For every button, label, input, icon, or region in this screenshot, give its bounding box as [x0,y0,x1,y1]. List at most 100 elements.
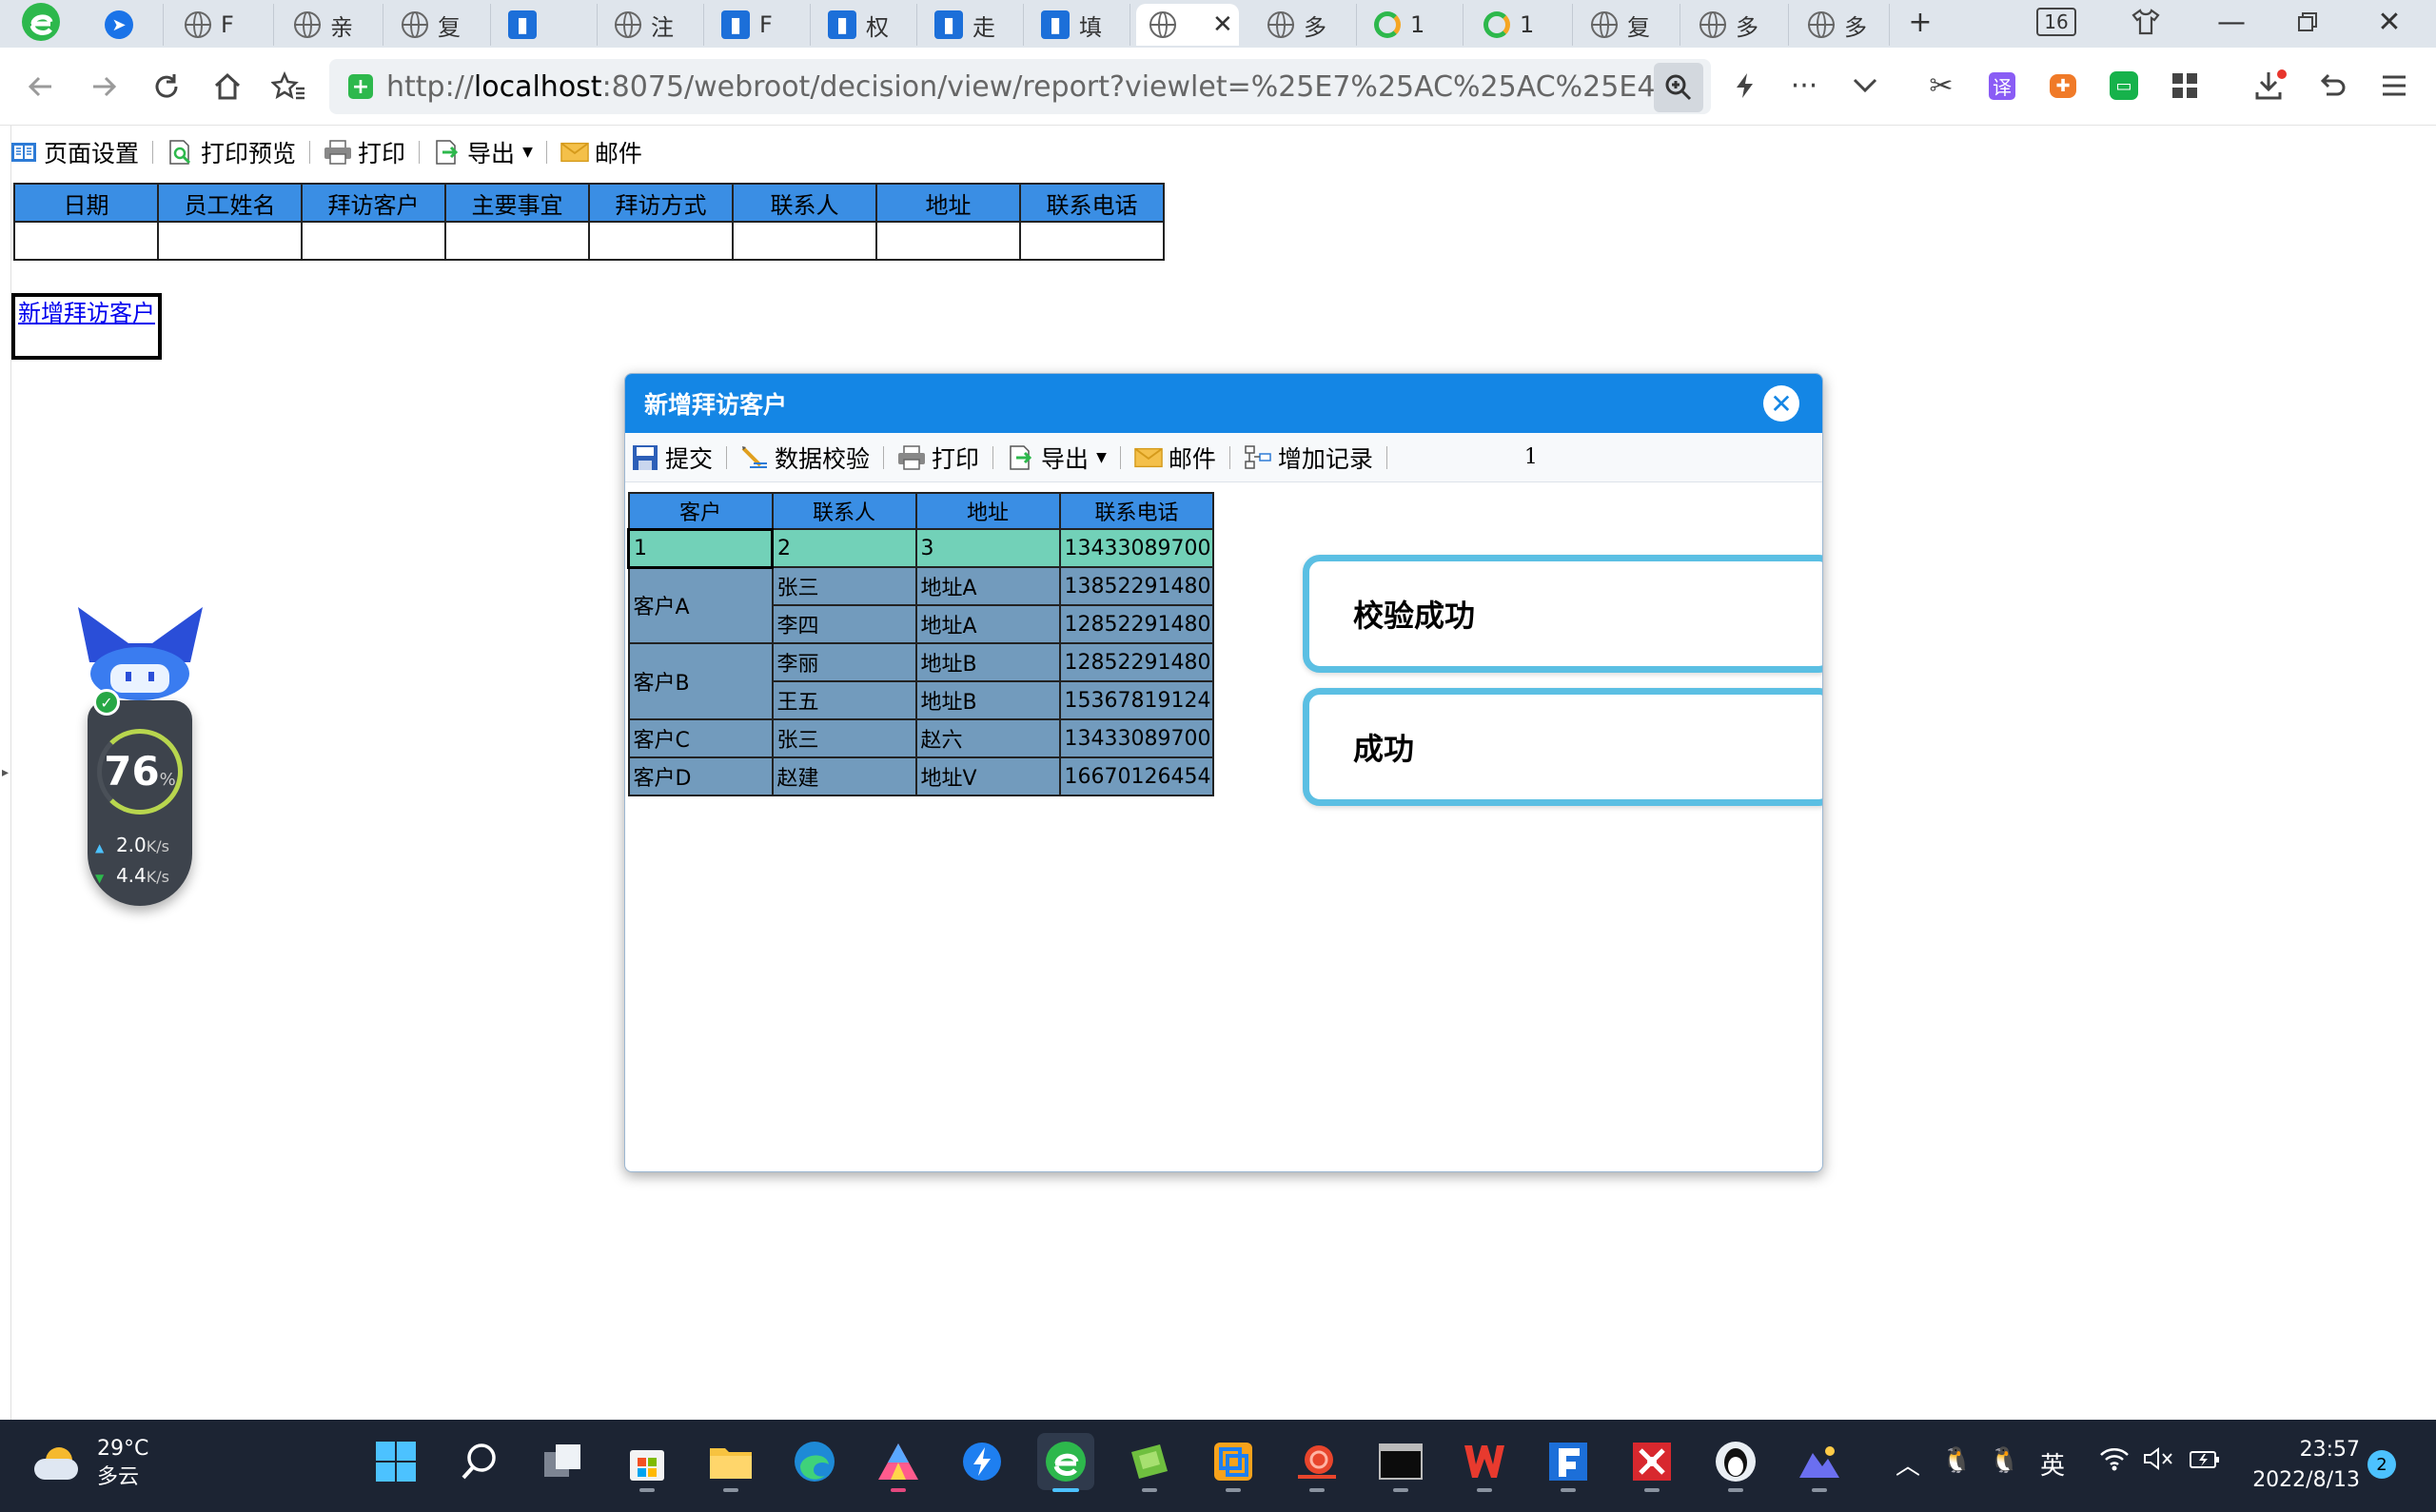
tab-close-icon[interactable]: ✕ [1212,10,1233,39]
mail-button[interactable]: 邮件 [560,135,642,169]
column-header[interactable]: 拜访方式 [588,183,734,223]
weather-widget[interactable]: 29°C 多云 [34,1435,148,1492]
browser-tab[interactable]: ▮ 走 [921,4,1024,46]
undo-icon[interactable] [2314,67,2352,105]
skin-icon[interactable] [2122,0,2170,44]
address-bar[interactable]: + http://localhost:8075/webroot/decision… [329,59,1711,114]
browser-tab[interactable]: 多 [1795,4,1890,46]
new-tab-button[interactable]: + [1901,0,1939,44]
address-cell[interactable]: 地址A [914,604,1061,644]
phone-cell[interactable]: 13433089700 [1058,718,1215,758]
browser-tab[interactable]: 1 [1361,4,1464,46]
column-header[interactable]: 地址 [914,492,1061,530]
store-icon[interactable] [619,1433,676,1492]
submit-button[interactable]: 提交 [631,441,713,475]
volume-muted-icon[interactable] [2143,1446,2173,1478]
print-button[interactable]: 打印 [324,135,405,169]
dialog-export-button[interactable]: 导出 ▼ [1007,441,1107,475]
contact-cell[interactable]: 王五 [771,680,917,720]
favorites-star-icon[interactable] [265,63,312,110]
network-speed-widget[interactable]: 76% ▲ 2.0K/s ▼ 4.4K/s ✓ [76,605,205,910]
column-header[interactable]: 联系电话 [1058,492,1215,530]
customer-cell[interactable]: 客户B [627,642,774,720]
more-options-icon[interactable]: ··· [1785,67,1823,105]
contact-cell[interactable]: 张三 [771,566,917,606]
add-visit-customer-link[interactable]: 新增拜访客户 [18,300,155,326]
editable-cell[interactable]: 13433089700 [1058,528,1215,568]
ime-indicator[interactable]: 英 [2040,1446,2065,1482]
address-cell[interactable]: 地址V [914,756,1061,796]
editable-cell[interactable]: 2 [771,528,917,568]
column-header[interactable]: 日期 [13,183,159,223]
editable-cell[interactable]: 1 [627,527,774,569]
forward-button[interactable] [80,63,128,110]
column-header[interactable]: 员工姓名 [157,183,303,223]
table-cell[interactable] [444,221,590,261]
wps-office-icon[interactable] [1456,1433,1513,1492]
qq-tray-icon-2[interactable]: 🐧 [1989,1446,2019,1475]
apps-grid-icon[interactable] [2166,67,2204,105]
art-app-icon[interactable] [870,1433,927,1492]
table-cell[interactable] [301,221,446,261]
phone-cell[interactable]: 13852291480 [1058,566,1215,606]
browser-tab[interactable]: 注 [601,4,704,46]
browser-app-icon[interactable] [1037,1433,1094,1492]
phone-cell[interactable]: 12852291480 [1058,642,1215,682]
url-text[interactable]: http://localhost:8075/webroot/decision/v… [386,70,1680,104]
close-window-button[interactable]: ✕ [2366,0,2413,44]
terminal-icon[interactable] [1372,1433,1429,1492]
back-button[interactable] [17,63,65,110]
table-cell[interactable] [875,221,1021,261]
task-view-icon[interactable] [535,1433,592,1490]
table-cell[interactable] [732,221,877,261]
xmind-icon[interactable] [1623,1433,1680,1492]
menu-icon[interactable] [2375,67,2413,105]
qq-penguin-icon[interactable] [1707,1433,1764,1492]
address-cell[interactable]: 地址A [914,566,1061,606]
browser-tab[interactable]: ▮ [495,4,598,46]
translate-icon[interactable]: 译 [1983,67,2021,105]
column-header[interactable]: 联系人 [771,492,917,530]
browser-tab[interactable]: ▮ 填 [1028,4,1130,46]
contact-cell[interactable]: 张三 [771,718,917,758]
browser-tab[interactable]: ✕ [1136,4,1239,46]
notification-badge[interactable]: 2 [2367,1450,2396,1479]
lightning-icon[interactable] [1726,67,1764,105]
start-button[interactable] [367,1433,424,1490]
export-button[interactable]: 导出 ▼ [433,135,533,169]
column-header[interactable]: 联系电话 [1019,183,1165,223]
search-icon[interactable] [451,1433,508,1490]
table-cell[interactable] [1019,221,1165,261]
validate-button[interactable]: 数据校验 [740,441,870,475]
contact-cell[interactable]: 李四 [771,604,917,644]
browser-logo-icon[interactable] [17,0,65,44]
system-clock[interactable]: 23:57 2022/8/13 [2227,1435,2360,1496]
reload-button[interactable] [143,63,190,110]
table-cell[interactable] [13,221,159,261]
download-icon[interactable] [2251,67,2289,105]
game-icon[interactable]: ✚ [2044,67,2082,105]
qq-tray-icon[interactable]: 🐧 [1941,1446,1972,1475]
zoom-icon[interactable] [1654,63,1703,112]
table-cell[interactable] [588,221,734,261]
collapse-arrow-icon[interactable]: ▸ [2,765,9,780]
battery-charging-icon[interactable] [2189,1446,2221,1478]
column-header[interactable]: 主要事宜 [444,183,590,223]
customer-cell[interactable]: 客户A [627,566,774,644]
minimize-button[interactable]: — [2208,0,2255,44]
browser-tab[interactable]: F [171,4,274,46]
green-app-icon[interactable] [1121,1433,1178,1492]
file-explorer-icon[interactable] [702,1433,759,1492]
customer-cell[interactable]: 客户C [627,718,774,758]
wifi-icon[interactable] [2099,1446,2130,1478]
dropdown-chevron-icon[interactable] [1846,67,1884,105]
browser-tab[interactable]: 复 [1578,4,1680,46]
column-header[interactable]: 拜访客户 [301,183,446,223]
browser-tab[interactable]: ▮ F [708,4,811,46]
browser-tab[interactable]: ▮ 权 [815,4,917,46]
dialog-close-button[interactable]: ✕ [1763,385,1799,422]
browser-tab[interactable]: 亲 [281,4,383,46]
scissors-icon[interactable]: ✂ [1922,67,1960,105]
edge-browser-icon[interactable] [786,1433,843,1490]
customer-cell[interactable]: 客户D [627,756,774,796]
